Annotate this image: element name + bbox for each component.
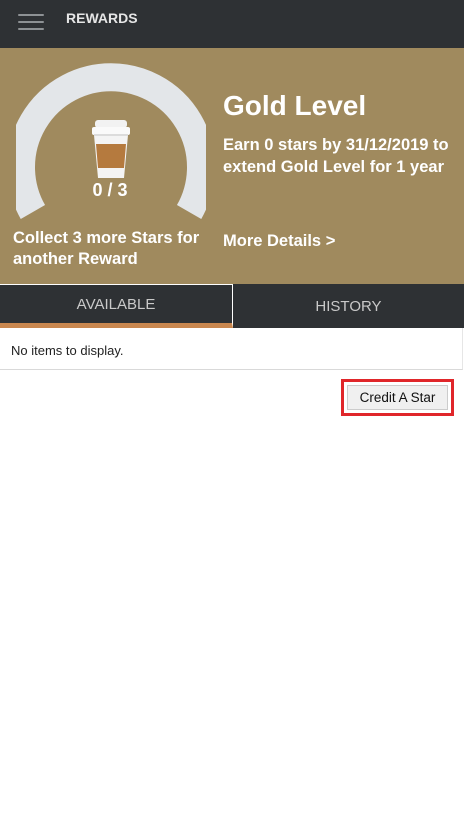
menu-line — [18, 14, 44, 16]
rewards-tabs: AVAILABLE HISTORY — [0, 284, 464, 328]
credit-button-highlight: Credit A Star — [341, 379, 454, 416]
level-description: Earn 0 stars by 31/12/2019 to extend Gol… — [223, 136, 449, 176]
tab-available[interactable]: AVAILABLE — [0, 284, 233, 328]
menu-line — [18, 21, 44, 23]
credit-a-star-button[interactable]: Credit A Star — [347, 385, 448, 410]
more-details-link[interactable]: More Details > — [223, 232, 335, 251]
level-title: Gold Level — [223, 90, 367, 121]
empty-list-message: No items to display. — [11, 343, 124, 358]
hamburger-menu-icon[interactable] — [18, 12, 44, 32]
tab-history[interactable]: HISTORY — [233, 284, 464, 328]
top-app-bar: REWARDS — [0, 0, 464, 48]
rewards-list: No items to display. — [0, 328, 463, 370]
page-title: REWARDS — [66, 10, 138, 26]
coffee-cup-icon — [92, 120, 130, 178]
star-count: 0 / 3 — [92, 180, 128, 200]
collect-more-text: Collect 3 more Stars for another Reward — [13, 229, 200, 268]
rewards-summary-panel: 0 / 3 Collect 3 more Stars for another R… — [0, 48, 464, 284]
menu-line — [18, 28, 44, 30]
